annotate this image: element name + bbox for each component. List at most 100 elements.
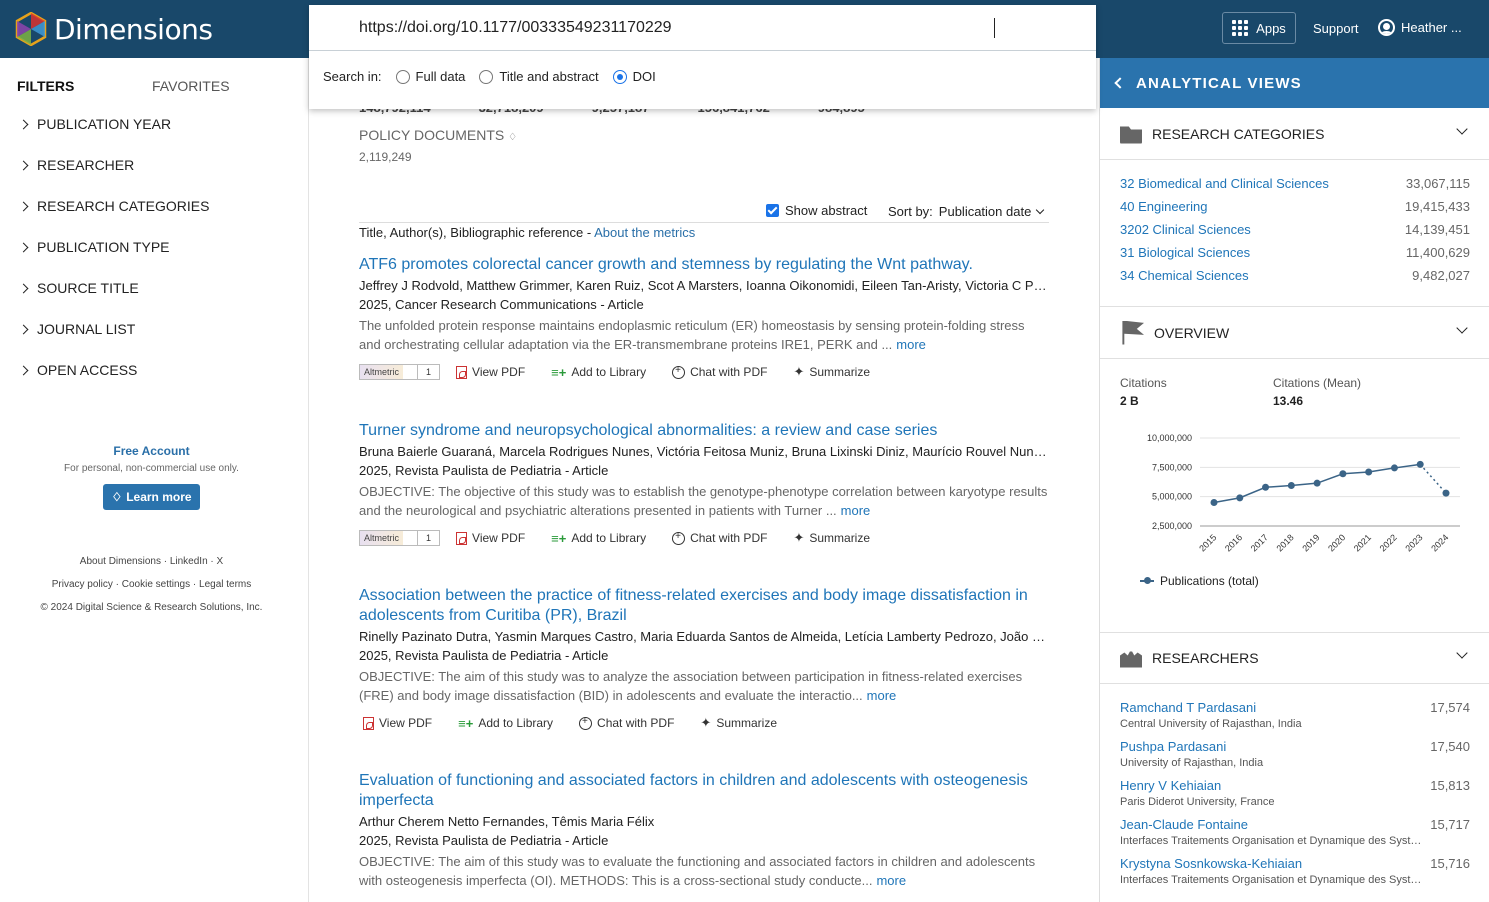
x-tick-label: 2022 xyxy=(1378,532,1399,553)
researcher-row[interactable]: Krystyna Sosnkowska-Kehiaian Interfaces T… xyxy=(1120,856,1470,886)
data-point xyxy=(1442,489,1450,497)
add-to-library-button[interactable]: ≡+ Add to Library xyxy=(551,365,646,380)
apps-button[interactable]: Apps xyxy=(1222,12,1296,44)
filter-open-access[interactable]: OPEN ACCESS xyxy=(18,362,137,378)
radio-full-data[interactable]: Full data xyxy=(395,69,465,84)
filter-researcher[interactable]: RESEARCHER xyxy=(18,157,135,173)
more-link[interactable]: more xyxy=(896,337,926,352)
more-link[interactable]: more xyxy=(876,873,906,888)
sort-by-value: Publication date xyxy=(938,204,1032,219)
tab-favorites[interactable]: FAVORITES xyxy=(152,78,230,94)
researcher-count: 15,717 xyxy=(1430,817,1470,832)
add-library-icon: ≡+ xyxy=(551,364,567,380)
tab-filters[interactable]: FILTERS xyxy=(17,78,74,94)
legend-label: Publications (total) xyxy=(1160,574,1259,588)
abstract-text: OBJECTIVE: The aim of this study was to … xyxy=(359,854,1036,888)
researcher-name[interactable]: Pushpa Pardasani xyxy=(1120,739,1470,754)
learn-more-button[interactable]: ♢ Learn more xyxy=(103,484,200,510)
view-pdf-button[interactable]: View PDF xyxy=(456,531,525,545)
analytical-views-header[interactable]: ANALYTICAL VIEWS xyxy=(1100,58,1489,108)
chat-with-pdf-button[interactable]: Chat with PDF xyxy=(579,716,674,730)
category-row[interactable]: 32 Biomedical and Clinical Sciences 33,06… xyxy=(1120,176,1470,191)
researcher-name[interactable]: Henry V Kehiaian xyxy=(1120,778,1470,793)
publication-actions: View PDF ≡+Add to Library Chat with PDF … xyxy=(359,715,1049,731)
category-label: 32 Biomedical and Clinical Sciences xyxy=(1120,176,1329,191)
filter-source-title[interactable]: SOURCE TITLE xyxy=(18,280,139,296)
data-point xyxy=(1416,460,1424,468)
abstract-text: OBJECTIVE: The aim of this study was to … xyxy=(359,669,1023,703)
publication-title[interactable]: Turner syndrome and neuropsychological a… xyxy=(359,421,1049,441)
filter-journal-list[interactable]: JOURNAL LIST xyxy=(18,321,135,337)
chat-icon xyxy=(672,531,686,545)
radio-title-abstract[interactable]: Title and abstract xyxy=(479,69,599,84)
about-metrics-link[interactable]: About the metrics xyxy=(594,225,695,240)
category-label: 31 Biological Sciences xyxy=(1120,245,1251,260)
researcher-row[interactable]: Pushpa Pardasani University of Rajasthan,… xyxy=(1120,739,1470,769)
researcher-row[interactable]: Henry V Kehiaian Paris Diderot University… xyxy=(1120,778,1470,808)
policy-documents-label[interactable]: POLICY DOCUMENTS ♢ xyxy=(359,127,517,143)
radio-label: Title and abstract xyxy=(499,69,599,84)
x-tick-label: 2024 xyxy=(1429,532,1450,553)
view-pdf-button[interactable]: View PDF xyxy=(363,716,432,730)
search-in-label: Search in: xyxy=(323,69,382,84)
footer-links-2[interactable]: Privacy policy · Cookie settings · Legal… xyxy=(0,579,303,590)
filter-label: PUBLICATION YEAR xyxy=(37,116,172,132)
researcher-row[interactable]: Jean-Claude Fontaine Interfaces Traitemen… xyxy=(1120,817,1470,847)
researcher-affiliation: Central University of Rajasthan, India xyxy=(1120,718,1302,730)
logo-text: Dimensions xyxy=(54,12,213,46)
filter-publication-type[interactable]: PUBLICATION TYPE xyxy=(18,239,170,255)
researcher-name[interactable]: Ramchand T Pardasani xyxy=(1120,700,1470,715)
dimensions-logo[interactable]: Dimensions xyxy=(14,12,213,46)
altmetric-badge[interactable]: Altmetric 1 xyxy=(359,530,441,546)
filter-label: SOURCE TITLE xyxy=(37,280,139,296)
publication-title[interactable]: Evaluation of functioning and associated… xyxy=(359,771,1049,811)
researcher-name[interactable]: Krystyna Sosnkowska-Kehiaian xyxy=(1120,856,1470,871)
filter-publication-year[interactable]: PUBLICATION YEAR xyxy=(18,116,172,132)
more-link[interactable]: more xyxy=(867,688,897,703)
category-row[interactable]: 40 Engineering 19,415,433 xyxy=(1120,199,1470,214)
results-toolbar: Show abstract Sort by: Publication date xyxy=(359,203,1049,223)
category-row[interactable]: 3202 Clinical Sciences 14,139,451 xyxy=(1120,222,1470,237)
view-pdf-button[interactable]: View PDF xyxy=(456,365,525,379)
publication-actions: Altmetric 1 View PDF ≡+ Add to Library Cha… xyxy=(359,530,1049,546)
sparkle-icon: ✦ xyxy=(700,715,712,730)
altmetric-badge[interactable]: Altmetric 1 xyxy=(359,364,441,380)
more-link[interactable]: more xyxy=(841,503,871,518)
chevron-left-icon xyxy=(1114,77,1126,89)
summarize-button[interactable]: ✦ Summarize xyxy=(793,364,870,380)
data-point xyxy=(1262,483,1270,491)
add-to-library-button[interactable]: ≡+ Add to Library xyxy=(458,716,553,731)
category-row[interactable]: 31 Biological Sciences 11,400,629 xyxy=(1120,245,1470,260)
filter-research-categories[interactable]: RESEARCH CATEGORIES xyxy=(18,198,209,214)
checkbox-checked-icon xyxy=(766,204,779,217)
show-abstract-checkbox[interactable]: Show abstract xyxy=(766,203,867,218)
chat-with-pdf-button[interactable]: Chat with PDF xyxy=(672,365,767,379)
search-input[interactable] xyxy=(309,5,1096,51)
researcher-row[interactable]: Ramchand T Pardasani Central University o… xyxy=(1120,700,1470,730)
overview-header[interactable]: OVERVIEW xyxy=(1100,307,1489,359)
user-menu[interactable]: Heather ... xyxy=(1378,19,1462,36)
chat-with-pdf-button[interactable]: Chat with PDF xyxy=(672,531,767,545)
researcher-count: 15,716 xyxy=(1430,856,1470,871)
learn-more-label: Learn more xyxy=(126,490,192,504)
researchers-header[interactable]: RESEARCHERS xyxy=(1100,632,1489,684)
filter-label: RESEARCHER xyxy=(37,157,135,173)
action-label: Chat with PDF xyxy=(597,716,675,730)
footer-links-1[interactable]: About Dimensions · LinkedIn · X xyxy=(0,556,303,567)
researcher-name[interactable]: Jean-Claude Fontaine xyxy=(1120,817,1470,832)
radio-selected-icon xyxy=(612,69,627,84)
publication-actions: Altmetric 1 View PDF ≡+ Add to Library Cha… xyxy=(359,364,1049,380)
summarize-button[interactable]: ✦ Summarize xyxy=(793,530,870,546)
data-point xyxy=(1210,499,1218,507)
research-categories-header[interactable]: RESEARCH CATEGORIES xyxy=(1100,108,1489,160)
publication-title[interactable]: ATF6 promotes colorectal cancer growth a… xyxy=(359,255,1049,275)
summarize-button[interactable]: ✦ Summarize xyxy=(700,715,777,731)
add-to-library-button[interactable]: ≡+ Add to Library xyxy=(551,531,646,546)
support-link[interactable]: Support xyxy=(1313,21,1359,36)
category-row[interactable]: 34 Chemical Sciences 9,482,027 xyxy=(1120,268,1470,283)
sort-by-dropdown[interactable]: Sort by: Publication date xyxy=(888,204,1045,219)
radio-icon xyxy=(479,69,494,84)
chart-legend[interactable]: Publications (total) xyxy=(1140,574,1259,588)
publication-title[interactable]: Association between the practice of fitn… xyxy=(359,586,1049,626)
radio-doi[interactable]: DOI xyxy=(612,69,656,84)
